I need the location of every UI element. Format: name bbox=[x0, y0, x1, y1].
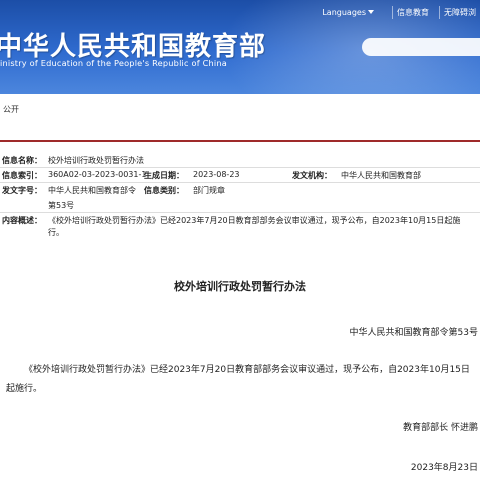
info-name-value: 校外培训行政处罚暂行办法 bbox=[48, 156, 144, 165]
breadcrumb[interactable]: 公开 bbox=[3, 104, 19, 115]
document-title: 校外培训行政处罚暂行办法 bbox=[174, 280, 306, 293]
info-docno-value: 中华人民共和国教育部令 bbox=[48, 186, 136, 195]
info-index-label: 信息索引： bbox=[2, 171, 42, 180]
row-divider bbox=[0, 212, 480, 213]
info-issuer-value: 中华人民共和国教育部 bbox=[341, 171, 421, 180]
info-summary-value: 《校外培训行政处罚暂行办法》已经2023年7月20日教育部部务会议审议通过，现予… bbox=[48, 216, 461, 237]
page: Languages 信息教育 无障碍浏 中华人民共和国教育部 inistry o… bbox=[0, 0, 480, 480]
languages-label: Languages bbox=[322, 7, 366, 17]
info-name-label: 信息名称： bbox=[2, 156, 42, 165]
row-divider bbox=[0, 167, 480, 168]
info-docno-label: 发文字号： bbox=[2, 186, 42, 195]
search-input[interactable] bbox=[362, 38, 480, 56]
row-divider bbox=[0, 182, 480, 183]
chevron-down-icon bbox=[368, 10, 374, 14]
info-category-value: 部门规章 bbox=[193, 186, 225, 195]
info-index-value: 360A02-03-2023-0031-1 bbox=[48, 170, 147, 179]
info-issuer-label: 发文机构： bbox=[292, 171, 332, 180]
info-docno-value-2: 第53号 bbox=[48, 201, 75, 210]
document-paragraph: 《校外培训行政处罚暂行办法》已经2023年7月20日教育部部务会议审议通过，现予… bbox=[6, 365, 470, 394]
info-summary-label: 内容概述： bbox=[2, 216, 42, 225]
topbar-link-accessibility[interactable]: 无障碍浏 bbox=[439, 5, 480, 19]
info-date-label: 生成日期： bbox=[144, 171, 184, 180]
document-number: 中华人民共和国教育部令第53号 bbox=[349, 328, 478, 338]
info-table: 信息名称： 校外培训行政处罚暂行办法 信息索引： 360A02-03-2023-… bbox=[0, 140, 480, 237]
info-category-label: 信息类别： bbox=[144, 186, 184, 195]
site-header: Languages 信息教育 无障碍浏 中华人民共和国教育部 inistry o… bbox=[0, 0, 480, 94]
document-date: 2023年8月23日 bbox=[410, 463, 478, 473]
header-topbar: Languages 信息教育 无障碍浏 bbox=[322, 4, 480, 20]
topbar-link-info[interactable]: 信息教育 bbox=[392, 5, 433, 19]
info-date-value: 2023-08-23 bbox=[193, 170, 240, 179]
languages-dropdown[interactable]: Languages bbox=[322, 8, 386, 17]
site-subtitle: inistry of Education of the People's Rep… bbox=[0, 58, 228, 68]
document-signature: 教育部部长 怀进鹏 bbox=[403, 423, 478, 433]
